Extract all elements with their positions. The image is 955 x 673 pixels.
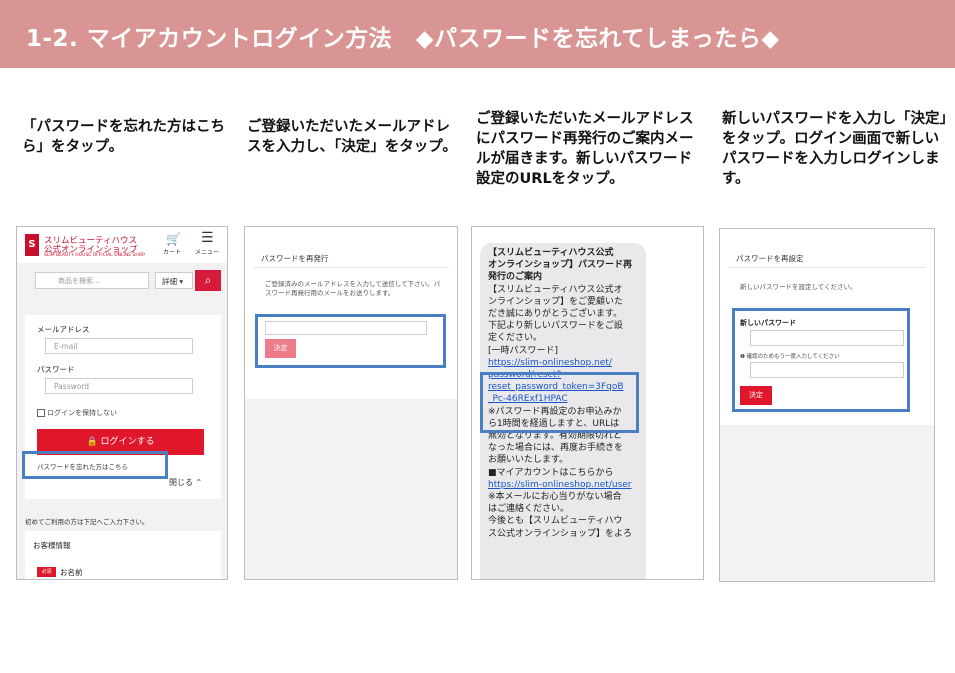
password-field[interactable]: Password: [45, 378, 193, 394]
search-input[interactable]: 商品を検索...: [35, 272, 149, 289]
email-line: お願いいたします。: [488, 455, 569, 466]
divider: [728, 267, 926, 268]
email-screenshot: 【スリムビューティハウス公式オンラインショップ】パスワード再 発行のご案内 【スリム…: [471, 226, 704, 580]
highlight-reset-url: [480, 372, 639, 433]
email-line: 発行のご案内: [488, 272, 543, 283]
email-line: 下記より新しいパスワードをご設: [488, 321, 623, 332]
email-line: ス公式オンラインショップ】をよろ: [488, 528, 633, 539]
close-toggle[interactable]: 閉じる ⌃: [169, 477, 202, 488]
cart-label[interactable]: カート: [163, 247, 181, 256]
name-label: お名前: [60, 568, 83, 577]
page-background: [245, 399, 457, 579]
email-line: ンラインショップ】をご愛顧いた: [488, 296, 624, 307]
email-line: 【スリムビューティハウス公式オ: [488, 284, 623, 295]
search-icon: ⌕: [204, 273, 212, 287]
email-line: 今後とも【スリムビューティハウ: [488, 516, 623, 527]
email-line: オンラインショップ】パスワード再: [488, 260, 633, 271]
email-line: 【スリムビューティハウス公式: [488, 248, 614, 258]
email-line: 定ください。: [488, 333, 543, 344]
highlight-email-form: [255, 314, 446, 368]
cart-icon[interactable]: 🛒: [166, 232, 181, 246]
email-label: メールアドレス: [37, 325, 90, 334]
header-banner: 1-2. マイアカウントログイン方法 ◆パスワードを忘れてしまったら◆: [0, 0, 955, 68]
brand-logo[interactable]: S: [25, 234, 39, 256]
password-label: パスワード: [37, 365, 75, 374]
step-4-instruction: 新しいパスワードを入力し「決定」をタップ。ログイン画面で新しいパスワードを入力し…: [722, 111, 947, 187]
page-title: 1-2. マイアカウントログイン方法 ◆パスワードを忘れてしまったら◆: [26, 26, 780, 52]
menu-label[interactable]: メニュー: [195, 247, 219, 256]
reset-description: 新しいパスワードを設定してください。: [740, 283, 857, 291]
email-line: だき誠にありがとうございます。: [488, 309, 623, 320]
reset-title: パスワードを再設定: [736, 254, 804, 263]
reissue-screen-screenshot: パスワードを再発行 ご登録済みのメールアドレスを入力して送信して下さい。パスワー…: [244, 226, 458, 580]
required-badge: 必須: [37, 567, 56, 577]
search-button[interactable]: ⌕: [195, 270, 221, 291]
email-line: はご連絡ください。: [488, 504, 570, 515]
highlight-password-form: [732, 308, 910, 412]
email-field[interactable]: E-mail: [45, 338, 193, 354]
email-line: ■マイアカウントはこちらから: [488, 467, 614, 478]
reissue-title: パスワードを再発行: [261, 254, 329, 263]
reset-screen-screenshot: パスワードを再設定 新しいパスワードを設定してください。 新しいパスワード ❶ …: [719, 228, 935, 582]
page-background: [720, 425, 934, 581]
email-line: なった場合には、再度お手続きを: [488, 443, 624, 454]
step-2-instruction: ご登録いただいたメールアドレスを入力し、「決定」をタップ。: [247, 119, 457, 155]
highlight-forgot-link: [22, 451, 168, 479]
detail-dropdown[interactable]: 詳細 ▾: [155, 272, 193, 289]
keep-login-checkbox[interactable]: [37, 409, 45, 417]
keep-login-label: ログインを保持しない: [47, 409, 117, 417]
brand-english: SLIM BEAUTY HOUSE OFFICIAL ONLINE SHOP: [44, 253, 145, 258]
customer-info-title: お客様情報: [33, 541, 71, 550]
email-link-line[interactable]: https://slim-onlineshop.net/user: [488, 479, 644, 491]
email-line: [一時パスワード]: [488, 345, 559, 356]
step-3-instruction: ご登録いただいたメールアドレスにパスワード再発行のご案内メールが届きます。新しい…: [476, 111, 694, 187]
hamburger-icon[interactable]: ☰: [201, 230, 214, 246]
login-screen-screenshot: S スリムビューティハウス 公式オンラインショップ SLIM BEAUTY HO…: [16, 226, 228, 580]
first-time-note: 初めてご利用の方は下記へご入力下さい。: [25, 518, 149, 526]
email-line: ※本メールにお心当りがない場合: [488, 492, 622, 503]
step-1-instruction: 「パスワードを忘れた方はこちら」をタップ。: [22, 119, 225, 155]
email-link-line[interactable]: https://slim-onlineshop.net/: [488, 357, 644, 369]
reissue-description: ご登録済みのメールアドレスを入力して送信して下さい。パスワード再発行用のメールを…: [265, 280, 441, 297]
divider: [253, 267, 449, 268]
